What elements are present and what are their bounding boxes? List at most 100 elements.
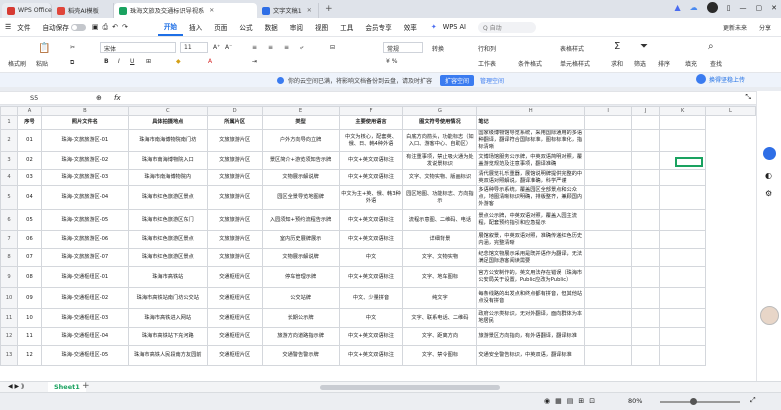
- format-painter-button[interactable]: 格式刷: [8, 59, 26, 68]
- worksheet-button[interactable]: 工作表: [478, 59, 496, 68]
- close-icon[interactable]: ✕: [307, 7, 312, 14]
- table-cell[interactable]: 文旅旅游片区: [206, 129, 263, 152]
- table-cell[interactable]: 中文+英文双语标注: [338, 209, 404, 231]
- table-cell[interactable]: [584, 308, 633, 328]
- table-cell[interactable]: 纪念馆文物展示采用是既并语作为翻译，无法满足国际游客阅读需要: [476, 248, 586, 267]
- table-cell[interactable]: [584, 129, 633, 152]
- rows-cols-button[interactable]: 行和列: [478, 44, 496, 53]
- table-cell[interactable]: 08: [16, 266, 42, 288]
- zoom-fx-icon[interactable]: ⊕: [96, 94, 102, 102]
- table-cell[interactable]: 珠海-文旅旅游区-06: [40, 230, 129, 249]
- row-header[interactable]: 1: [0, 115, 18, 130]
- header-cell[interactable]: 笔记: [476, 115, 586, 130]
- menu-file[interactable]: 文件: [11, 22, 36, 32]
- table-cell[interactable]: 珠海-文旅旅游区-02: [40, 151, 129, 170]
- header-cell[interactable]: [631, 115, 661, 130]
- percent-icon[interactable]: ¥ %: [386, 58, 397, 65]
- col-header[interactable]: I: [584, 106, 633, 116]
- table-cell[interactable]: [631, 230, 661, 249]
- table-cell[interactable]: 交通安全警告标识，中英双语，翻译标准: [476, 345, 586, 366]
- sheet-nav-icon[interactable]: ◀ ▶ ⟫: [8, 383, 24, 390]
- table-cell[interactable]: 文字、距离方向: [402, 327, 478, 346]
- table-cell[interactable]: 流程示意图、二维码、电话: [402, 209, 478, 231]
- table-cell[interactable]: 珠海-文旅旅游区-07: [40, 248, 129, 267]
- table-cell[interactable]: 中文+英文双语标注: [338, 266, 404, 288]
- col-header[interactable]: F: [338, 106, 404, 116]
- table-cell[interactable]: 交通枢纽片区: [206, 308, 263, 328]
- table-cell[interactable]: 05: [16, 209, 42, 231]
- cut-icon[interactable]: ✂: [70, 44, 75, 51]
- table-cell[interactable]: [631, 169, 661, 186]
- table-cell[interactable]: 珠海-交通枢纽区-01: [40, 266, 129, 288]
- undo-icon[interactable]: ↶: [112, 23, 118, 31]
- menu-view[interactable]: 视图: [309, 22, 334, 32]
- table-cell[interactable]: 07: [16, 248, 42, 267]
- row-header[interactable]: 8: [0, 248, 18, 267]
- table-cell[interactable]: 室内历史展牌展示: [261, 230, 340, 249]
- zoom-slider[interactable]: [660, 398, 740, 405]
- table-cell[interactable]: 珠海-交通枢纽区-02: [40, 287, 129, 309]
- table-cell[interactable]: 03: [16, 169, 42, 186]
- col-header[interactable]: G: [402, 106, 478, 116]
- number-format-select[interactable]: 常规: [383, 42, 423, 53]
- table-cell[interactable]: [659, 327, 706, 346]
- user-avatar[interactable]: [706, 2, 718, 13]
- table-cell[interactable]: 珠海市南海博物院入口: [127, 151, 208, 170]
- table-cell[interactable]: [584, 287, 633, 309]
- ai-assistant-icon[interactable]: [763, 147, 776, 160]
- table-cell[interactable]: [659, 287, 706, 309]
- menu-member[interactable]: 会员专享: [359, 22, 397, 32]
- align-left-icon[interactable]: ≡: [252, 44, 257, 51]
- col-header[interactable]: K: [659, 106, 706, 116]
- row-header[interactable]: 5: [0, 185, 18, 210]
- paste-button[interactable]: 粘贴: [36, 59, 48, 68]
- table-cell[interactable]: 珠海市红色旅游区景点: [127, 230, 208, 249]
- filter-icon[interactable]: ⏷: [640, 41, 648, 52]
- table-cell[interactable]: 旅游景区方向指向，有外语翻译，翻译标准: [476, 327, 586, 346]
- table-cell[interactable]: [584, 327, 633, 346]
- table-cell[interactable]: 官方公安制作的，英文用法存在错误（珠海市公安局关于设置，Public应改为Pub…: [476, 266, 586, 288]
- assistant-avatar[interactable]: [760, 306, 779, 325]
- table-cell[interactable]: [631, 308, 661, 328]
- merge-icon[interactable]: ⊟: [330, 44, 335, 51]
- table-cell[interactable]: 文旅旅游片区: [206, 169, 263, 186]
- minimize-icon[interactable]: —: [740, 4, 747, 12]
- table-style-button[interactable]: 表格样式: [560, 44, 584, 53]
- redo-icon[interactable]: ↷: [122, 23, 128, 31]
- panel-icon[interactable]: ◐: [765, 171, 772, 180]
- table-cell[interactable]: [659, 209, 706, 231]
- table-cell[interactable]: [659, 169, 706, 186]
- save-icon[interactable]: ▣: [92, 23, 99, 31]
- table-cell[interactable]: 多语种导示系统，覆盖园区全部景点和公众点，地图清晰标识明确，排版整齐，兼顾国内外…: [476, 185, 586, 210]
- col-header[interactable]: A: [16, 106, 42, 116]
- table-cell[interactable]: 景点公示牌，中英双语对照，覆盖入园主流程，配套预约指引和应急提示: [476, 209, 586, 231]
- italic-icon[interactable]: I: [118, 58, 120, 65]
- table-cell[interactable]: 交通警告警示牌: [261, 345, 340, 366]
- view-mode-icons[interactable]: ◉▦▤⊞⊡: [544, 397, 600, 405]
- fx-label[interactable]: fx: [114, 94, 121, 102]
- fullscreen-icon[interactable]: ⤢: [750, 396, 756, 405]
- table-cell[interactable]: [584, 209, 633, 231]
- table-cell[interactable]: [659, 248, 706, 267]
- menu-efficiency[interactable]: 效率: [398, 22, 423, 32]
- table-cell[interactable]: 11: [16, 327, 42, 346]
- update-button[interactable]: 更新未来: [723, 23, 747, 32]
- header-cell[interactable]: 类型: [261, 115, 340, 130]
- header-cell[interactable]: [659, 115, 706, 130]
- cloud-icon[interactable]: ☁: [690, 3, 698, 12]
- menu-formula[interactable]: 公式: [233, 22, 258, 32]
- table-cell[interactable]: [631, 129, 661, 152]
- table-cell[interactable]: 中文、少量拼音: [338, 287, 404, 309]
- col-header[interactable]: J: [631, 106, 661, 116]
- collapse-icon[interactable]: ⤡: [745, 93, 751, 102]
- expand-space-button[interactable]: 扩容空间: [439, 74, 474, 86]
- table-cell[interactable]: 珠海-交通枢纽区-05: [40, 345, 129, 366]
- search-box[interactable]: Q 自动: [478, 21, 536, 33]
- find-button[interactable]: 查找: [710, 59, 722, 68]
- row-header[interactable]: 12: [0, 327, 18, 346]
- table-cell[interactable]: 09: [16, 287, 42, 309]
- table-cell[interactable]: [659, 129, 706, 152]
- row-header[interactable]: 11: [0, 308, 18, 328]
- table-cell[interactable]: 详细背景: [402, 230, 478, 249]
- table-cell[interactable]: 白底方向箭头，功能标志（如入口、游客中心、自助区）: [402, 129, 478, 152]
